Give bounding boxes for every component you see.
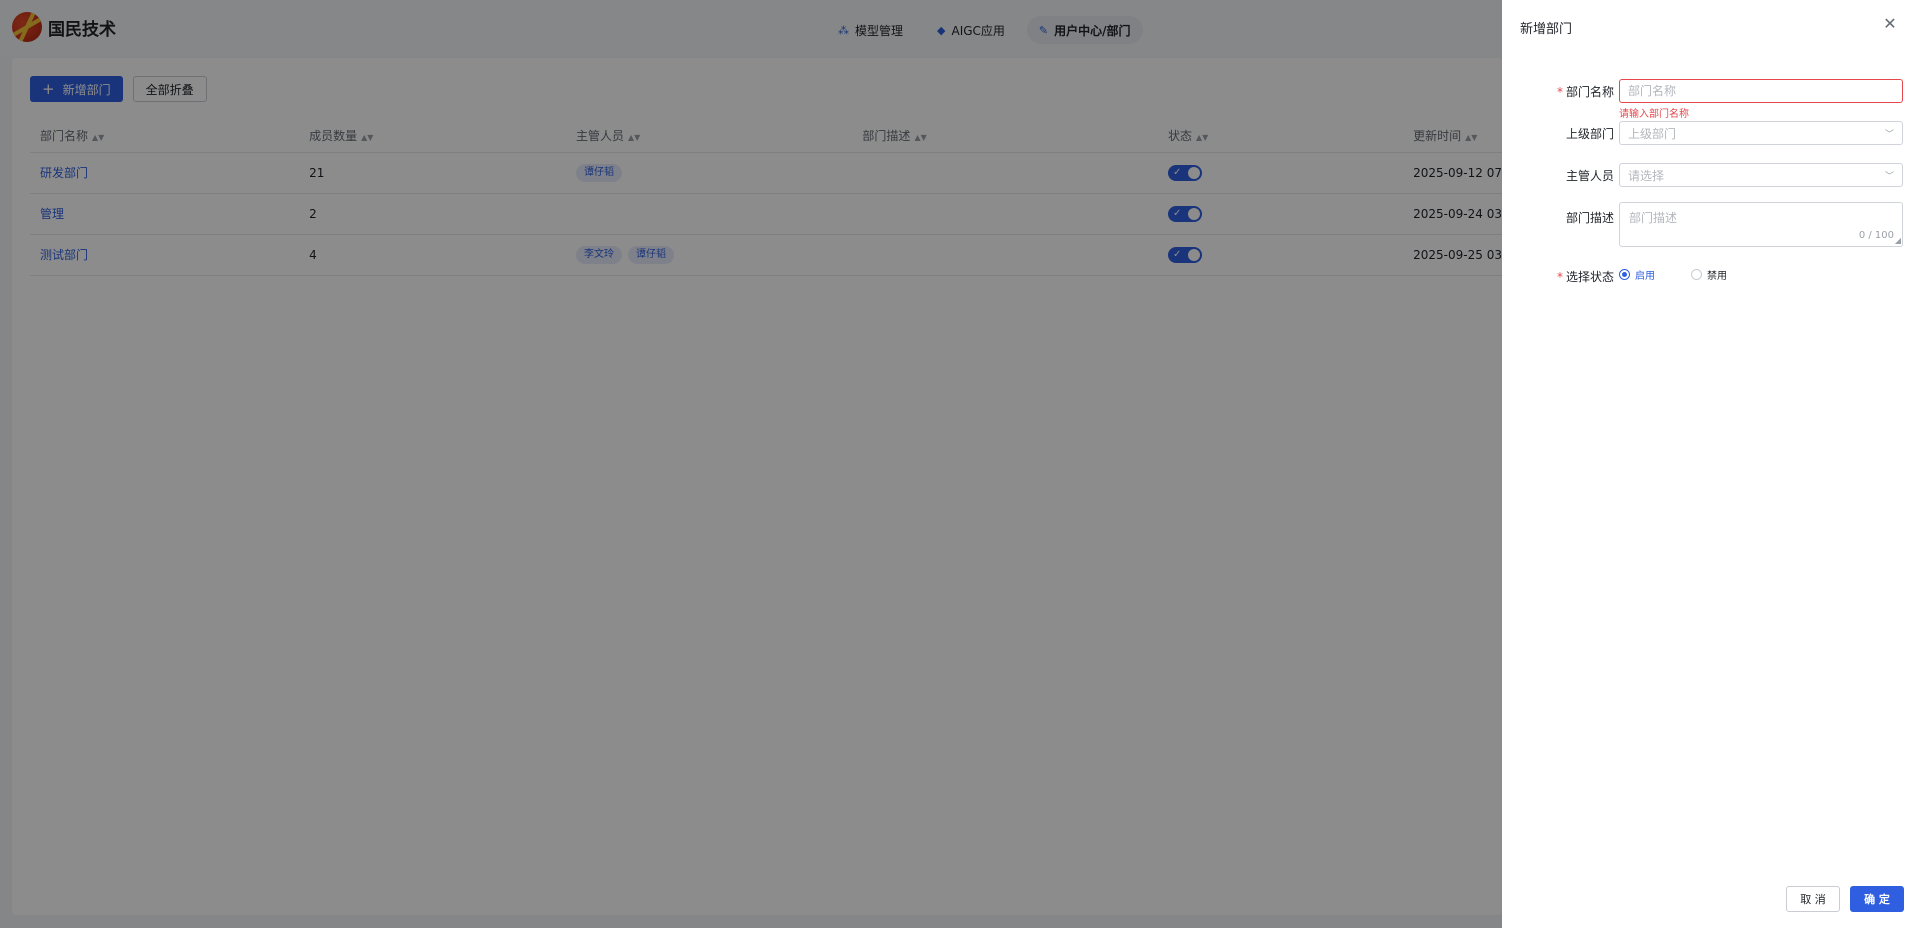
drawer-title: 新增部门 — [1520, 22, 1573, 37]
manager-placeholder: 请选择 — [1628, 168, 1665, 183]
description-textarea[interactable]: 部门描述 0 / 100 ◢ — [1619, 202, 1903, 247]
description-label: 部门描述 — [1565, 211, 1614, 225]
department-name-error: 请输入部门名称 — [1619, 109, 1689, 120]
manager-select[interactable]: 请选择 ﹀ — [1619, 163, 1903, 187]
parent-department-select[interactable]: 上级部门 ﹀ — [1619, 121, 1903, 145]
resize-handle-icon[interactable]: ◢ — [1895, 236, 1901, 245]
required-mark: * — [1556, 85, 1563, 99]
description-placeholder: 部门描述 — [1629, 211, 1678, 225]
status-radio-enable[interactable]: 启用 — [1619, 267, 1655, 282]
confirm-button[interactable]: 确 定 — [1850, 886, 1904, 912]
department-name-input[interactable] — [1619, 79, 1903, 103]
radio-checked-icon — [1619, 269, 1630, 280]
required-mark: * — [1556, 270, 1563, 284]
add-department-drawer: 新增部门 ✕ *部门名称 请输入部门名称 上级部门 上级部门 ﹀ 主管人员 请选… — [1502, 0, 1920, 928]
close-icon[interactable]: ✕ — [1880, 14, 1900, 34]
status-label: * 选择状态 — [1502, 268, 1614, 285]
parent-department-placeholder: 上级部门 — [1628, 126, 1677, 141]
status-radio-group: 启用 禁用 — [1619, 267, 1763, 282]
radio-label: 禁用 — [1707, 271, 1727, 282]
parent-department-label: 上级部门 — [1565, 127, 1614, 141]
manager-label: 主管人员 — [1565, 169, 1614, 183]
chevron-down-icon: ﹀ — [1884, 129, 1894, 140]
status-radio-disable[interactable]: 禁用 — [1691, 267, 1727, 282]
cancel-button[interactable]: 取 消 — [1786, 886, 1840, 912]
department-name-label: * 部门名称 — [1502, 83, 1614, 100]
status-label-text: 选择状态 — [1565, 270, 1614, 284]
department-name-label-text: 部门名称 — [1565, 85, 1614, 99]
chevron-down-icon: ﹀ — [1884, 171, 1894, 182]
radio-label: 启用 — [1635, 271, 1655, 282]
radio-unchecked-icon — [1691, 269, 1702, 280]
description-char-counter: 0 / 100 — [1858, 230, 1894, 241]
